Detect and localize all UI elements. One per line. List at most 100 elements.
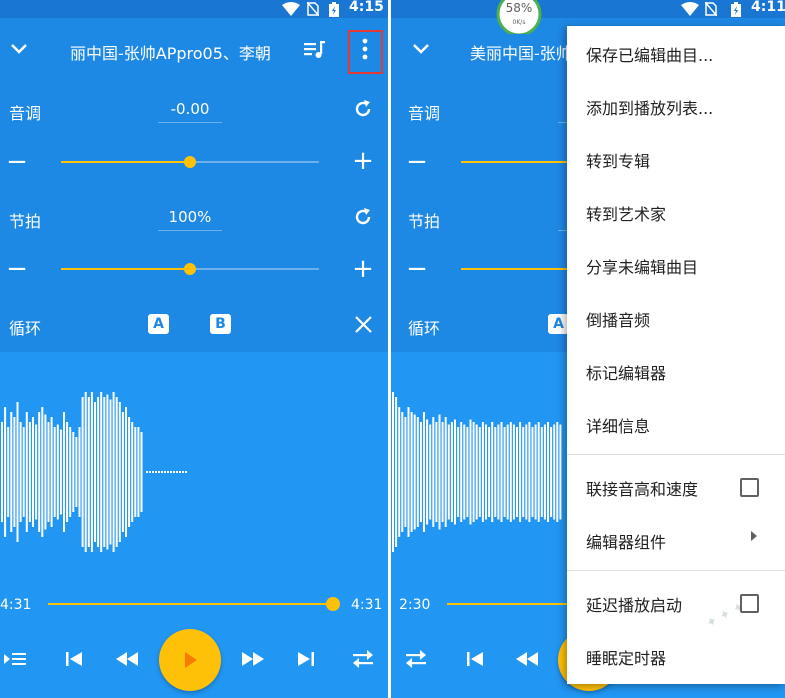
battery-icon [731, 2, 741, 17]
queue-music-icon[interactable] [304, 41, 326, 59]
seek-bar-thumb[interactable] [326, 597, 340, 611]
wifi-icon [681, 2, 699, 16]
play-icon [185, 652, 197, 668]
seek-bar[interactable] [447, 603, 577, 605]
seek-bar[interactable] [48, 597, 340, 611]
waveform[interactable] [0, 352, 388, 582]
queue-icon[interactable] [4, 651, 26, 667]
elapsed-time: 4:31 [0, 597, 32, 613]
rewind-icon[interactable] [116, 652, 138, 666]
minus-icon[interactable]: − [404, 256, 430, 282]
pitch-value-field[interactable]: -0.00 [158, 100, 222, 123]
tempo-slider-thumb[interactable] [184, 263, 196, 275]
menu-item-label: 分享未编辑曲目 [586, 258, 699, 277]
rewind-icon[interactable] [516, 652, 538, 666]
close-icon[interactable] [355, 316, 372, 333]
menu-item[interactable]: 分享未编辑曲目 [567, 238, 785, 291]
menu-divider [567, 570, 785, 571]
network-rate: 0K/s [513, 19, 526, 26]
tempo-label: 节拍 [9, 212, 42, 231]
no-sim-icon [307, 2, 319, 16]
menu-item-label: 编辑器组件 [586, 533, 667, 552]
menu-item[interactable]: 编辑器组件 [567, 513, 785, 566]
more-button-highlight-box [348, 30, 383, 74]
skip-previous-icon[interactable] [467, 651, 483, 667]
submenu-arrow-icon [751, 531, 757, 541]
menu-item[interactable]: 延迟播放启动 [567, 576, 785, 629]
plus-icon[interactable]: + [350, 148, 376, 174]
menu-item-label: 睡眠定时器 [586, 649, 667, 668]
pitch-slider[interactable] [461, 161, 581, 163]
toolbar: 丽中国-张帅APpro05、李朝 [0, 18, 388, 82]
seek-bar-fill [447, 603, 577, 605]
left-player-screen: 4:15 丽中国-张帅APpro05、李朝 音调 -0.00 − + 节拍 10… [0, 0, 388, 698]
menu-checkbox[interactable] [740, 478, 759, 497]
track-title: 美丽中国-张帅 [470, 44, 567, 63]
pitch-slider-fill [61, 161, 190, 163]
battery-percent-badge: 58% 0K/s [496, 0, 542, 34]
minus-icon[interactable]: − [4, 256, 30, 282]
tempo-slider-fill [61, 268, 190, 270]
loop-marker-a[interactable]: A [148, 314, 169, 334]
skip-previous-icon[interactable] [66, 651, 82, 667]
battery-icon [329, 2, 339, 17]
fast-forward-icon[interactable] [242, 652, 264, 666]
reset-icon[interactable] [353, 99, 373, 119]
menu-item[interactable]: 保存已编辑曲目... [567, 26, 785, 79]
pitch-slider-fill [461, 161, 581, 163]
pitch-label: 音调 [9, 104, 42, 123]
menu-item-label: 转到专辑 [586, 152, 651, 171]
tempo-slider-fill [461, 268, 581, 270]
tempo-slider[interactable] [61, 263, 319, 275]
tempo-slider[interactable] [461, 268, 581, 270]
minus-icon[interactable]: − [404, 149, 430, 175]
track-title: 丽中国-张帅APpro05、李朝 [70, 44, 271, 63]
total-time: 4:31 [351, 597, 383, 613]
pitch-tempo-controls: 音调 -0.00 − + 节拍 100% − + 循环 A B [0, 82, 388, 352]
wifi-icon [282, 2, 300, 16]
loop-label: 循环 [408, 319, 441, 338]
menu-item-label: 转到艺术家 [586, 205, 667, 224]
play-button[interactable] [159, 629, 221, 691]
chevron-down-icon[interactable] [412, 43, 430, 55]
repeat-icon[interactable] [353, 650, 373, 668]
menu-divider [567, 454, 785, 455]
menu-item[interactable]: 转到专辑 [567, 132, 785, 185]
chevron-down-icon[interactable] [10, 43, 28, 55]
menu-item[interactable]: 详细信息 [567, 397, 785, 450]
tempo-value-field[interactable]: 100% [158, 208, 222, 231]
status-bar: 4:11 [391, 0, 785, 18]
menu-item[interactable]: 添加到播放列表... [567, 79, 785, 132]
status-time: 4:15 [349, 0, 384, 15]
minus-icon[interactable]: − [4, 149, 30, 175]
pitch-slider-thumb[interactable] [184, 156, 196, 168]
loop-marker-a[interactable]: A [548, 314, 569, 334]
loop-marker-b[interactable]: B [210, 314, 231, 334]
menu-item[interactable]: 转到艺术家 [567, 185, 785, 238]
menu-item-label: 详细信息 [586, 417, 651, 436]
menu-item-label: 联接音高和速度 [586, 480, 699, 499]
menu-item[interactable]: 睡眠定时器 [567, 629, 785, 682]
overflow-menu: 保存已编辑曲目... 添加到播放列表... 转到专辑转到艺术家分享未编辑曲目 倒播音频… [567, 26, 785, 684]
menu-item-label: 标记编辑器 [586, 364, 667, 383]
menu-item[interactable]: 联接音高和速度 [567, 460, 785, 513]
plus-icon[interactable]: + [350, 256, 376, 282]
menu-item[interactable]: 标记编辑器 [567, 344, 785, 397]
pitch-label: 音调 [408, 104, 441, 123]
reset-icon[interactable] [353, 207, 373, 227]
no-sim-icon [705, 2, 717, 16]
status-bar: 4:15 [0, 0, 388, 18]
repeat-icon[interactable] [406, 650, 426, 668]
menu-item-label: 保存已编辑曲目... [586, 46, 714, 65]
battery-percent: 58% [506, 1, 533, 15]
pitch-slider[interactable] [61, 156, 319, 168]
menu-item-label: 延迟播放启动 [586, 596, 683, 615]
skip-next-icon[interactable] [298, 651, 314, 667]
elapsed-time: 2:30 [399, 597, 431, 613]
loop-label: 循环 [9, 319, 42, 338]
status-time: 4:11 [751, 0, 785, 15]
menu-item-label: 添加到播放列表... [586, 99, 714, 118]
menu-item-label: 倒播音频 [586, 311, 651, 330]
seek-bar-fill [48, 603, 333, 605]
menu-item[interactable]: 倒播音频 [567, 291, 785, 344]
